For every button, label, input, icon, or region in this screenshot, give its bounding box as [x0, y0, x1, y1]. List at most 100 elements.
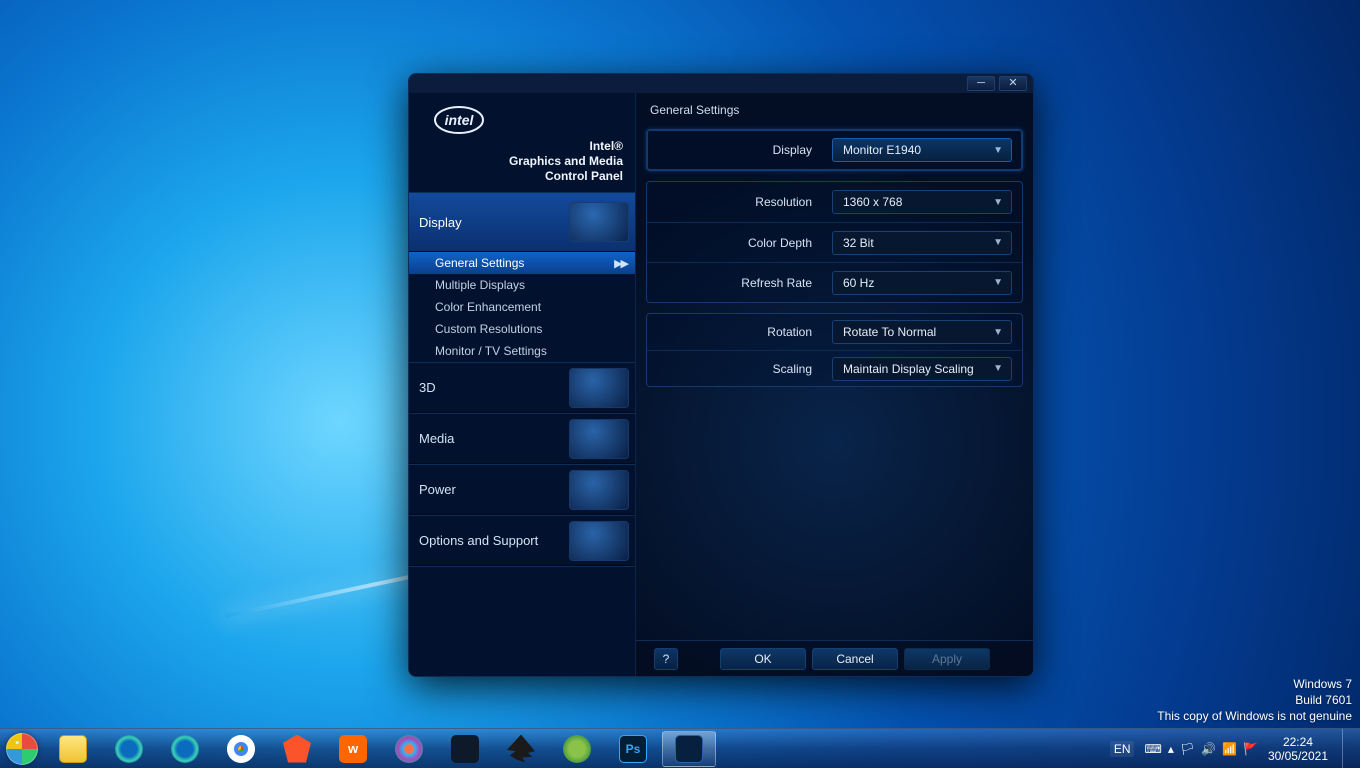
- dropdown-value: 32 Bit: [843, 236, 874, 250]
- chevron-down-icon: ▼: [993, 237, 1003, 248]
- language-indicator[interactable]: EN: [1110, 741, 1135, 757]
- dropdown-value: 1360 x 768: [843, 195, 902, 209]
- setting-label-colordepth: Color Depth: [647, 236, 832, 250]
- clock-time: 22:24: [1268, 735, 1328, 749]
- setting-label-refresh: Refresh Rate: [647, 276, 832, 290]
- setting-label-rotation: Rotation: [647, 325, 832, 339]
- browser-icon: [171, 735, 199, 763]
- nav-label: Display: [419, 215, 462, 230]
- taskbar-clock[interactable]: 22:24 30/05/2021: [1268, 735, 1328, 763]
- nav-subitems: General Settings ▶▶ Multiple Displays Co…: [409, 252, 635, 362]
- keyboard-icon[interactable]: ⌨: [1144, 742, 1161, 756]
- wattpad-icon: w: [339, 735, 367, 763]
- options-category-icon: [569, 521, 629, 561]
- subnav-custom-resolutions[interactable]: Custom Resolutions: [409, 318, 635, 340]
- minimize-button[interactable]: ─: [967, 76, 995, 91]
- nav-category-power[interactable]: Power: [409, 464, 635, 515]
- intel-logo-icon: intel: [433, 105, 497, 135]
- security-flag-icon[interactable]: 🚩: [1243, 742, 1258, 756]
- taskbar-item-photoshop[interactable]: Ps: [606, 731, 660, 767]
- watermark-line: This copy of Windows is not genuine: [1157, 708, 1352, 724]
- chevron-down-icon: ▼: [993, 327, 1003, 338]
- watermark-line: Build 7601: [1157, 692, 1352, 708]
- nav-category-media[interactable]: Media: [409, 413, 635, 464]
- show-desktop-button[interactable]: [1342, 729, 1352, 768]
- taskbar-items: w Ps: [44, 731, 716, 767]
- main-panel: General Settings Display Monitor E1940 ▼…: [636, 93, 1033, 676]
- app-title-line: Graphics and Media: [421, 154, 623, 169]
- apply-button: Apply: [904, 648, 990, 670]
- setting-label-display: Display: [647, 143, 832, 157]
- subnav-multiple-displays[interactable]: Multiple Displays: [409, 274, 635, 296]
- taskbar: w Ps EN ⌨ ▴ 🏳 🔊 📶 🚩 22:24 30/05/2021: [0, 728, 1360, 768]
- nav-label: Media: [419, 431, 454, 446]
- chevron-down-icon: ▼: [993, 363, 1003, 374]
- power-category-icon: [569, 470, 629, 510]
- display-dropdown[interactable]: Monitor E1940 ▼: [832, 138, 1012, 162]
- explorer-icon: [59, 735, 87, 763]
- settings-group-rotation-scaling: Rotation Rotate To Normal ▼ Scaling Main…: [646, 313, 1023, 387]
- media-category-icon: [569, 419, 629, 459]
- svg-text:intel: intel: [445, 112, 475, 128]
- subnav-monitor-tv-settings[interactable]: Monitor / TV Settings: [409, 340, 635, 362]
- window-titlebar[interactable]: ─ ✕: [409, 74, 1033, 93]
- system-tray: EN ⌨ ▴ 🏳 🔊 📶 🚩 22:24 30/05/2021: [1110, 729, 1360, 768]
- intel-graphics-icon: [675, 735, 703, 763]
- coreldraw-icon: [563, 735, 591, 763]
- ok-button[interactable]: OK: [720, 648, 806, 670]
- taskbar-item-edge[interactable]: [102, 731, 156, 767]
- rotation-dropdown[interactable]: Rotate To Normal ▼: [832, 320, 1012, 344]
- scaling-dropdown[interactable]: Maintain Display Scaling ▼: [832, 357, 1012, 381]
- colordepth-dropdown[interactable]: 32 Bit ▼: [832, 231, 1012, 255]
- taskbar-item-brave[interactable]: [270, 731, 324, 767]
- settings-group-resolution: Resolution 1360 x 768 ▼ Color Depth 32 B…: [646, 181, 1023, 303]
- close-button[interactable]: ✕: [999, 76, 1027, 91]
- network-icon[interactable]: 📶: [1222, 742, 1237, 756]
- filmora-icon: [451, 735, 479, 763]
- tray-overflow-icon[interactable]: ▴: [1168, 742, 1174, 756]
- chrome-icon: [227, 735, 255, 763]
- subnav-general-settings[interactable]: General Settings ▶▶: [409, 252, 635, 274]
- sidebar-spacer: [409, 566, 635, 676]
- nav-label: Power: [419, 482, 456, 497]
- refresh-dropdown[interactable]: 60 Hz ▼: [832, 271, 1012, 295]
- app-title-line: Intel®: [421, 139, 623, 154]
- cancel-button[interactable]: Cancel: [812, 648, 898, 670]
- nav-category-3d[interactable]: 3D: [409, 362, 635, 413]
- taskbar-item-coreldraw[interactable]: [550, 731, 604, 767]
- panel-title: General Settings: [636, 93, 1033, 125]
- dropdown-value: Maintain Display Scaling: [843, 362, 974, 376]
- taskbar-item-browser[interactable]: [158, 731, 212, 767]
- desktop: Windows 7 Build 7601 This copy of Window…: [0, 0, 1360, 768]
- sidebar: intel Intel® Graphics and Media Control …: [409, 93, 636, 676]
- resolution-dropdown[interactable]: 1360 x 768 ▼: [832, 190, 1012, 214]
- tray-icons: ⌨ ▴ 🏳 🔊 📶 🚩: [1144, 742, 1257, 756]
- taskbar-item-explorer[interactable]: [46, 731, 100, 767]
- taskbar-item-inkscape[interactable]: [494, 731, 548, 767]
- taskbar-item-wattpad[interactable]: w: [326, 731, 380, 767]
- action-center-icon[interactable]: 🏳: [1180, 742, 1195, 756]
- windows-watermark: Windows 7 Build 7601 This copy of Window…: [1157, 676, 1352, 724]
- nav-category-display[interactable]: Display: [409, 192, 635, 252]
- nav-category-options-support[interactable]: Options and Support: [409, 515, 635, 566]
- help-button[interactable]: ?: [654, 648, 678, 670]
- chevron-right-icon: ▶▶: [614, 257, 627, 270]
- panel-footer: ? OK Cancel Apply: [636, 640, 1033, 676]
- display-category-icon: [569, 202, 629, 242]
- windows-orb-icon: [6, 733, 38, 765]
- taskbar-item-firefox[interactable]: [382, 731, 436, 767]
- chevron-down-icon: ▼: [993, 277, 1003, 288]
- 3d-category-icon: [569, 368, 629, 408]
- taskbar-item-chrome[interactable]: [214, 731, 268, 767]
- volume-icon[interactable]: 🔊: [1201, 742, 1216, 756]
- settings-group-display: Display Monitor E1940 ▼: [646, 129, 1023, 171]
- brave-icon: [283, 735, 311, 763]
- start-button[interactable]: [0, 729, 44, 768]
- taskbar-item-filmora[interactable]: [438, 731, 492, 767]
- main-spacer: [636, 393, 1033, 640]
- setting-label-scaling: Scaling: [647, 362, 832, 376]
- subnav-color-enhancement[interactable]: Color Enhancement: [409, 296, 635, 318]
- setting-label-resolution: Resolution: [647, 195, 832, 209]
- watermark-line: Windows 7: [1157, 676, 1352, 692]
- taskbar-item-intel-graphics[interactable]: [662, 731, 716, 767]
